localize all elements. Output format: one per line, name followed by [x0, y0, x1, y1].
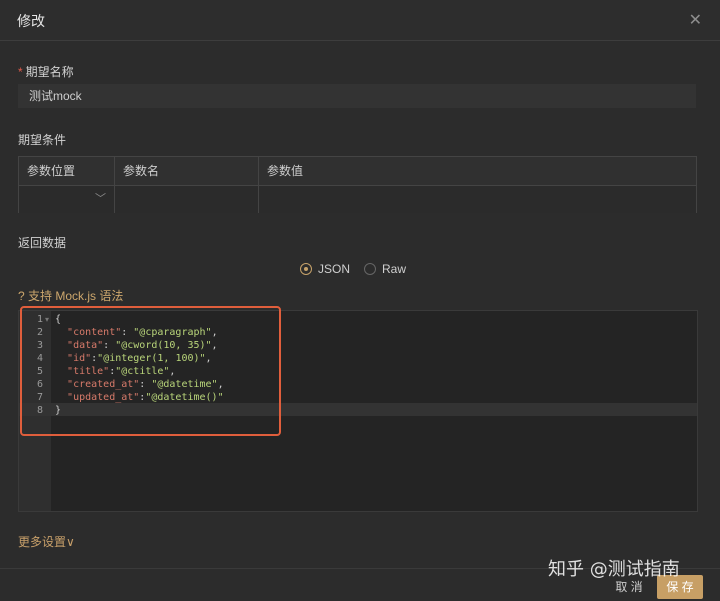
code-line: "content": "@cparagraph", [67, 327, 218, 338]
radio-raw[interactable]: Raw [364, 262, 406, 276]
json-value: "@datetime" [151, 379, 218, 390]
line-number: 2 [36, 327, 43, 338]
table-row: ﹀ [19, 186, 696, 213]
json-value: "@ctitle" [115, 366, 170, 377]
more-settings-toggle[interactable]: 更多设置∨ [18, 533, 75, 550]
param-value-input[interactable] [259, 186, 696, 213]
json-key: "updated_at" [67, 392, 140, 403]
code-line: "id":"@integer(1, 100)", [67, 353, 212, 364]
code-line: "created_at": "@datetime", [67, 379, 224, 390]
code-editor[interactable]: 1 ▾ {2 "content": "@cparagraph", 3 "data": … [18, 310, 698, 512]
line-number: 8 [36, 405, 43, 416]
code-line: { [55, 314, 62, 325]
json-value: "@cword(10, 35)" [115, 340, 212, 351]
json-key: "id" [67, 353, 92, 364]
name-input[interactable]: 测试mock [18, 84, 696, 108]
response-label: 返回数据 [18, 236, 67, 250]
line-number: 4 [36, 353, 43, 364]
code-line: "title":"@ctitle", [67, 366, 176, 377]
code-line: } [55, 405, 62, 416]
response-format-radio-group: JSON Raw [300, 262, 406, 276]
radio-selected-icon [300, 263, 312, 275]
code-line: "updated_at":"@datetime()" [67, 392, 224, 403]
line-number: 5 [36, 366, 43, 377]
column-header-value: 参数值 [267, 164, 304, 178]
column-header-position: 参数位置 [19, 157, 115, 185]
chevron-down-icon: ∨ [66, 535, 75, 549]
json-key: "content" [67, 327, 122, 338]
line-number: 3 [36, 340, 43, 351]
code-line: "data": "@cword(10, 35)", [67, 340, 218, 351]
radio-json[interactable]: JSON [300, 262, 350, 276]
conditions-table: 参数位置 参数名 参数值 ﹀ [18, 156, 697, 213]
mockjs-hint-link[interactable]: ? 支持 Mock.js 语法 [18, 287, 123, 304]
param-name-input[interactable] [115, 186, 259, 213]
close-icon[interactable]: ✕ [689, 10, 702, 30]
line-number: 6 [36, 379, 43, 390]
line-number: 1 [36, 314, 43, 325]
chevron-down-icon: ﹀ [95, 193, 106, 205]
active-line-highlight [19, 403, 697, 416]
json-key: "data" [67, 340, 104, 351]
column-header-name: 参数名 [115, 157, 259, 185]
json-value: "@datetime()" [145, 392, 224, 403]
json-key: "created_at" [67, 379, 140, 390]
watermark: 知乎 @测试指南 [548, 559, 680, 580]
modal-title: 修改 [17, 13, 45, 29]
line-number: 7 [36, 392, 43, 403]
json-key: "title" [67, 366, 110, 377]
conditions-label: 期望条件 [18, 133, 67, 147]
modal-header: 修改 ✕ [0, 0, 720, 41]
required-mark: * [18, 65, 23, 79]
name-label: * 期望名称 [18, 65, 74, 79]
fold-icon[interactable]: ▾ [45, 315, 49, 324]
position-select[interactable]: ﹀ [19, 186, 115, 213]
json-value: "@integer(1, 100)" [97, 353, 206, 364]
radio-unselected-icon [364, 263, 377, 275]
table-header: 参数位置 参数名 参数值 [19, 157, 696, 186]
json-value: "@cparagraph" [133, 327, 212, 338]
